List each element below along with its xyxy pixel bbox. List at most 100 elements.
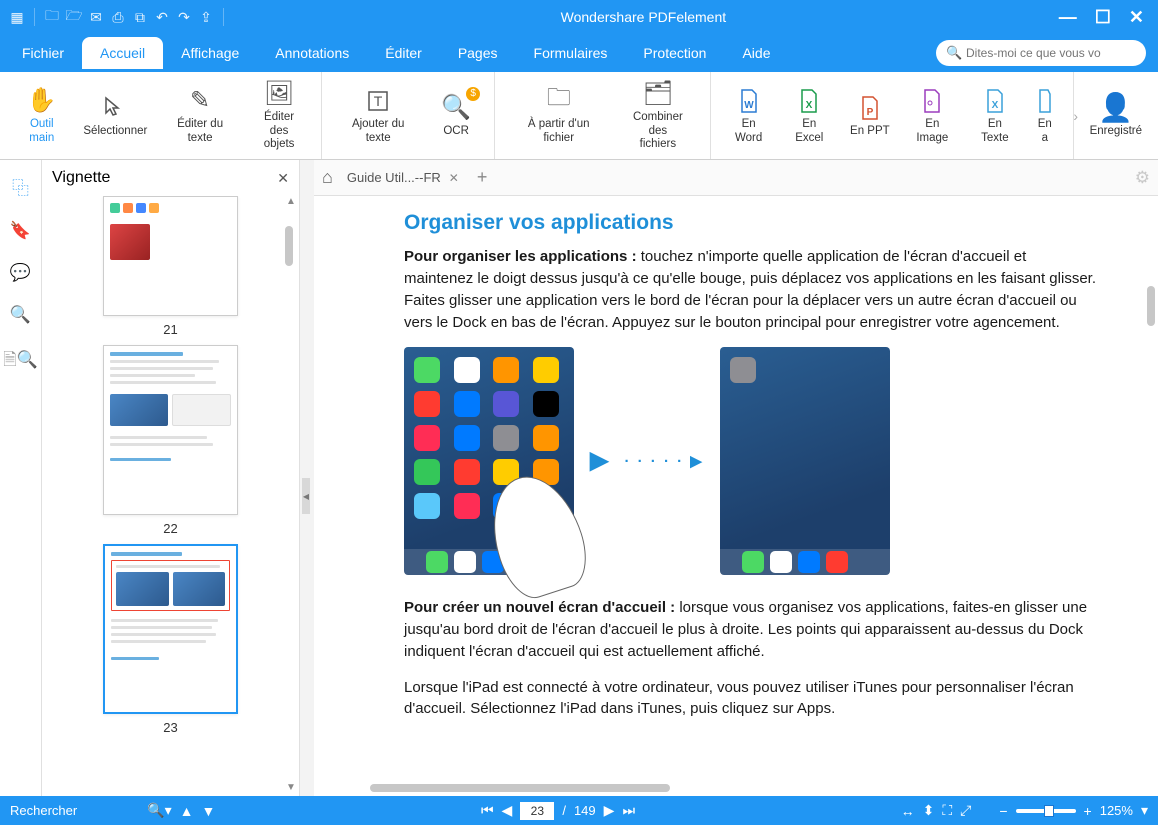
menu-editer[interactable]: Éditer <box>367 37 440 69</box>
document-tabs: ⌂ Guide Util...--FR ✕ + ⚙ <box>314 160 1158 196</box>
screenshot-icon[interactable]: ⧉ <box>131 8 149 26</box>
menu-protection[interactable]: Protection <box>625 37 724 69</box>
ribbon-overflow-button[interactable]: › <box>1073 108 1078 124</box>
maximize-button[interactable]: ☐ <box>1095 7 1111 28</box>
menu-formulaires[interactable]: Formulaires <box>516 37 626 69</box>
help-search-input[interactable] <box>936 40 1146 66</box>
status-search-icon[interactable]: 🔍▾ <box>147 802 171 819</box>
actual-size-icon[interactable]: ⛶ <box>942 802 952 819</box>
to-text-button[interactable]: X En Texte <box>965 82 1025 150</box>
to-excel-button[interactable]: X En Excel <box>779 82 840 150</box>
page-view[interactable]: Organiser vos applications Pour organise… <box>314 196 1158 796</box>
scroll-thumb[interactable] <box>285 226 293 266</box>
open-icon[interactable]: 🗀 <box>43 8 61 26</box>
menu-accueil[interactable]: Accueil <box>82 37 163 69</box>
hscroll-thumb[interactable] <box>370 784 670 792</box>
close-button[interactable]: ✕ <box>1129 7 1144 28</box>
mail-icon[interactable]: ✉ <box>87 8 105 26</box>
edit-text-button[interactable]: ✎ Éditer du texte <box>155 82 245 150</box>
search-tab-icon[interactable]: 🔍 <box>10 305 31 325</box>
zoom-slider[interactable] <box>1016 809 1076 813</box>
menu-aide[interactable]: Aide <box>724 37 788 69</box>
svg-text:X: X <box>806 100 813 111</box>
menu-annotations[interactable]: Annotations <box>257 37 367 69</box>
scroll-down-icon[interactable]: ▼ <box>285 782 297 794</box>
edit-objects-button[interactable]: 🖼 Éditer des objets <box>245 75 313 156</box>
bookmark-tab-icon[interactable]: 🔖 <box>10 221 31 241</box>
combine-icon: 🗂 <box>643 79 673 109</box>
menu-bar: Fichier Accueil Affichage Annotations Éd… <box>0 34 1158 72</box>
zoom-dropdown-icon[interactable]: ▾ <box>1141 802 1148 819</box>
tool-label: À partir d'un fichier <box>511 118 606 146</box>
search-file-tab-icon[interactable]: 🗎🔍 <box>3 347 38 376</box>
fit-page-icon[interactable]: ⬍ <box>923 802 935 819</box>
tool-label: En Texte <box>973 118 1017 146</box>
total-pages: 149 <box>574 803 596 818</box>
fit-width-icon[interactable]: ↔ <box>901 803 915 819</box>
zoom-slider-knob[interactable] <box>1044 805 1054 817</box>
doc-heading: Organiser vos applications <box>404 208 1098 238</box>
thumbnail-21[interactable]: 21 <box>101 196 241 337</box>
ipad-right <box>720 347 890 575</box>
tool-select-button[interactable]: Sélectionner <box>76 89 156 143</box>
vscroll-thumb[interactable] <box>1147 286 1155 326</box>
collapse-handle-icon[interactable]: ◀ <box>302 478 310 514</box>
share-icon[interactable]: ⇪ <box>197 8 215 26</box>
tool-hand-button[interactable]: ✋ Outil main <box>8 82 76 150</box>
arrow-right-icon: ▶ <box>590 444 608 479</box>
tab-close-icon[interactable]: ✕ <box>449 171 459 185</box>
to-more-button[interactable]: En a <box>1025 82 1065 150</box>
menu-affichage[interactable]: Affichage <box>163 37 257 69</box>
help-search[interactable]: 🔍 <box>936 40 1146 66</box>
prev-page-icon[interactable]: ◀ <box>502 802 513 819</box>
title-bar: ▦ 🗀 🗁 ✉ ⎙ ⧉ ↶ ↷ ⇪ Wondershare PDFelement… <box>0 0 1158 34</box>
home-tab-icon[interactable]: ⌂ <box>322 167 333 188</box>
last-page-icon[interactable]: ⏭ <box>622 802 635 819</box>
fullscreen-icon[interactable]: ⤢ <box>960 802 971 819</box>
status-search-label[interactable]: Rechercher <box>10 803 77 818</box>
comment-tab-icon[interactable]: 💬 <box>10 263 31 283</box>
cursor-icon <box>102 93 128 123</box>
account-button[interactable]: 👤 Enregistré <box>1082 89 1150 143</box>
zoom-level: 125% <box>1100 803 1133 818</box>
thumbnails-tab-icon[interactable]: ⿻ <box>12 174 29 199</box>
sidebar-title: Vignette <box>52 169 110 187</box>
next-page-icon[interactable]: ▶ <box>604 802 615 819</box>
page-vertical-scrollbar[interactable] <box>1142 196 1158 796</box>
menu-pages[interactable]: Pages <box>440 37 516 69</box>
sidebar-close-button[interactable]: ✕ <box>277 170 289 187</box>
thumbnail-22[interactable]: 22 <box>101 345 241 536</box>
file-tab[interactable]: Guide Util...--FR ✕ <box>341 166 465 189</box>
to-ppt-button[interactable]: P En PPT <box>840 89 900 143</box>
status-next-result-icon[interactable]: ▼ <box>202 803 216 819</box>
thumbnail-23[interactable]: 23 <box>101 544 241 735</box>
current-page-input[interactable] <box>520 802 554 820</box>
zoom-out-button[interactable]: − <box>999 803 1007 819</box>
scroll-up-icon[interactable]: ▲ <box>285 196 297 208</box>
undo-icon[interactable]: ↶ <box>153 8 171 26</box>
menu-fichier[interactable]: Fichier <box>4 37 82 69</box>
tool-label: Enregistré <box>1090 125 1142 139</box>
sidebar-resize-handle[interactable]: ◀ <box>300 160 314 796</box>
from-file-button[interactable]: 🗀 À partir d'un fichier <box>503 82 614 150</box>
folder-icon[interactable]: 🗁 <box>65 8 83 26</box>
add-text-button[interactable]: T Ajouter du texte <box>330 82 426 150</box>
ocr-button[interactable]: $ 🔍 OCR <box>426 89 486 143</box>
settings-gear-icon[interactable]: ⚙ <box>1135 168 1150 188</box>
tool-label: En Word <box>727 118 771 146</box>
to-word-button[interactable]: W En Word <box>719 82 779 150</box>
sidebar-scrollbar[interactable]: ▲ ▼ <box>285 196 297 794</box>
combine-files-button[interactable]: 🗂 Combiner des fichiers <box>614 75 701 156</box>
first-page-icon[interactable]: ⏮ <box>481 802 494 819</box>
doc-para-1: Pour organiser les applications : touche… <box>404 246 1098 333</box>
to-image-button[interactable]: En Image <box>900 82 965 150</box>
word-icon: W <box>738 86 760 116</box>
print-icon[interactable]: ⎙ <box>109 8 127 26</box>
hand-icon: ✋ <box>27 86 57 116</box>
add-tab-button[interactable]: + <box>477 167 488 188</box>
minimize-button[interactable]: — <box>1059 7 1077 28</box>
zoom-in-button[interactable]: + <box>1084 803 1092 819</box>
status-prev-result-icon[interactable]: ▲ <box>180 803 194 819</box>
page-horizontal-scrollbar[interactable] <box>330 784 1142 794</box>
redo-icon[interactable]: ↷ <box>175 8 193 26</box>
